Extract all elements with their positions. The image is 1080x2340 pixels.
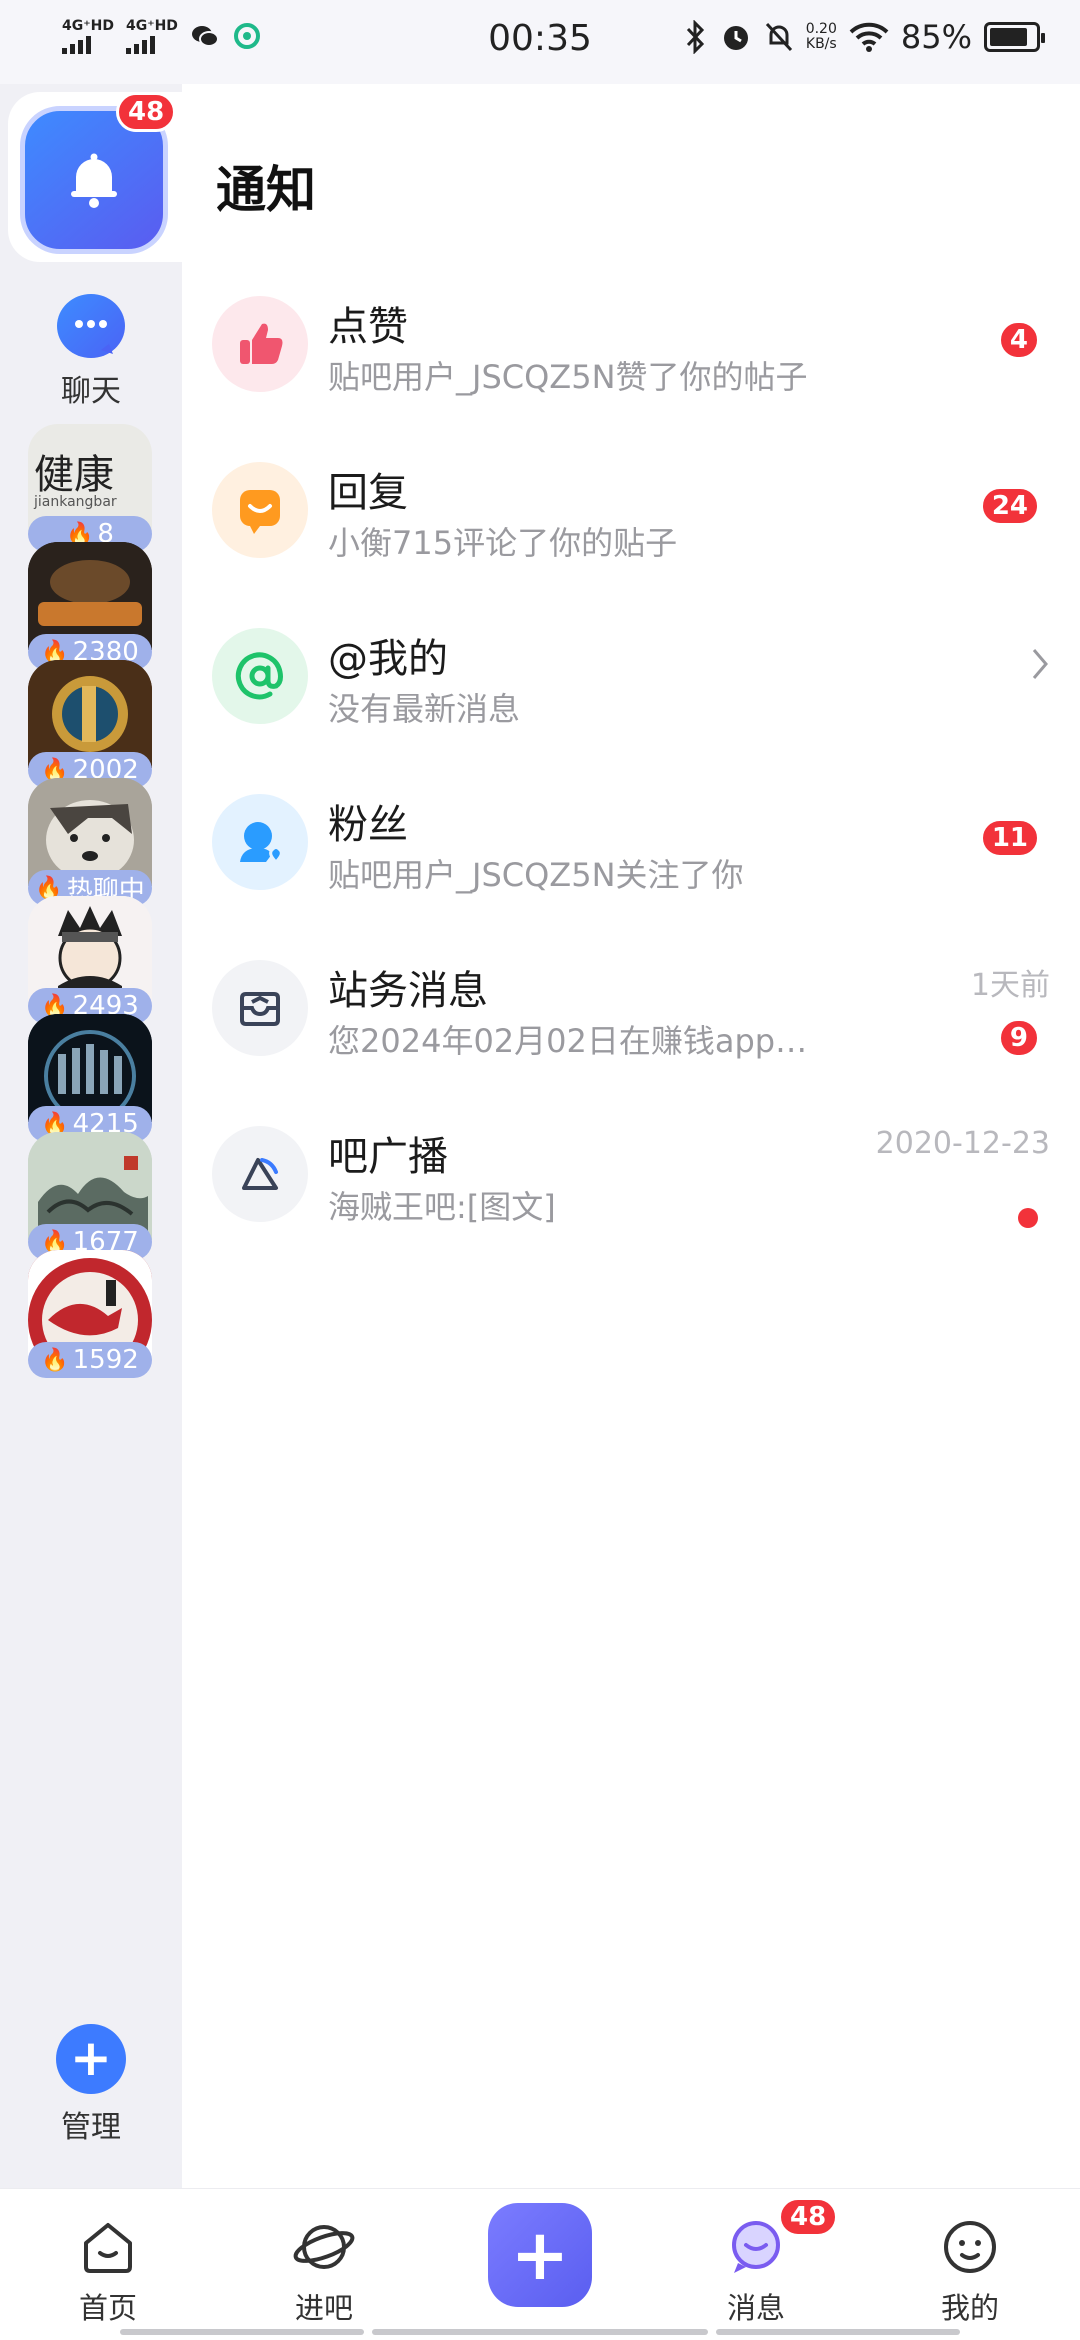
nav-forum[interactable]: 进吧 xyxy=(254,2215,394,2327)
nav-forum-label: 进吧 xyxy=(294,2291,353,2325)
unread-count-badge: 24 xyxy=(979,486,1040,526)
notification-row-likes[interactable]: 点赞 贴吧用户_JSCQZ5N赞了你的帖子 4 xyxy=(182,272,1080,438)
unread-count-badge: 4 xyxy=(997,320,1040,360)
bell-icon xyxy=(71,153,117,208)
add-icon: + xyxy=(56,2024,126,2094)
alarm-icon xyxy=(723,26,748,50)
messages-count-badge: 48 xyxy=(778,2197,839,2237)
row-subtitle: 没有最新消息 xyxy=(328,690,521,728)
page-title: 通知 xyxy=(216,161,316,219)
sidebar-forum-husky[interactable]: 🔥 热聊中 xyxy=(28,778,152,906)
status-bar: 4G⁺HD 4G⁺HD 00:35 0.20 KB/s 85% xyxy=(0,0,1080,84)
bottom-navigation: 首页 进吧 + 消息 48 我的 xyxy=(0,2188,1080,2340)
sidebar-forum-lol-cn[interactable]: 🔥 2380 xyxy=(28,542,152,670)
fans-icon xyxy=(212,794,308,890)
speed-value: 0.20 xyxy=(805,21,837,37)
notification-row-replies[interactable]: 回复 小衡715评论了你的贴子 24 xyxy=(182,438,1080,604)
mute-bell-icon xyxy=(765,22,792,52)
flame-icon: 🔥 xyxy=(41,1347,69,1373)
row-subtitle: 贴吧用户_JSCQZ5N赞了你的帖子 xyxy=(328,358,808,396)
broadcast-icon xyxy=(212,1126,308,1222)
profile-face-icon xyxy=(900,2215,1040,2279)
nav-home[interactable]: 首页 xyxy=(38,2215,178,2327)
nav-messages-label: 消息 xyxy=(726,2291,785,2325)
post-button[interactable]: + xyxy=(488,2203,592,2307)
battery-percent: 85% xyxy=(900,18,972,56)
row-subtitle: 海贼王吧:[图文] xyxy=(328,1188,556,1226)
nav-mine[interactable]: 我的 xyxy=(900,2215,1040,2327)
notification-row-broadcast[interactable]: 吧广播 海贼王吧:[图文] 2020-12-23 xyxy=(182,1102,1080,1268)
planet-icon xyxy=(254,2215,394,2279)
sidebar: 48 聊天 健康 jiankangbar 🔥 8 🔥 2380 🔥 2002 🔥… xyxy=(0,84,182,2188)
forum-heat-badge: 🔥 1592 xyxy=(28,1342,152,1378)
chat-bubble-icon xyxy=(57,294,125,358)
notification-count-badge: 48 xyxy=(116,92,177,132)
forum-heat-count: 1592 xyxy=(72,1345,139,1375)
home-icon xyxy=(38,2215,178,2279)
notification-row-mentions[interactable]: @我的 没有最新消息 xyxy=(182,604,1080,770)
row-subtitle: 小衡715评论了你的贴子 xyxy=(328,524,678,562)
chevron-right-icon xyxy=(1028,644,1052,695)
sidebar-forum-fish[interactable]: 🔥 1592 xyxy=(28,1250,152,1378)
row-timestamp: 2020-12-23 xyxy=(875,1126,1050,1161)
sidebar-forum-jiankang[interactable]: 健康 jiankangbar 🔥 8 xyxy=(28,424,152,552)
gesture-bar xyxy=(716,2329,960,2335)
battery-icon xyxy=(984,22,1045,52)
sidebar-item-manage[interactable]: + 管理 xyxy=(0,2024,182,2146)
sidebar-forum-dark[interactable]: 🔥 4215 xyxy=(28,1014,152,1142)
bluetooth-icon xyxy=(686,20,704,54)
at-sign-icon xyxy=(212,628,308,724)
chat-label: 聊天 xyxy=(61,374,121,409)
forum-logo-subtext: jiankangbar xyxy=(34,494,117,510)
row-title: 站务消息 xyxy=(328,968,488,1014)
unread-dot xyxy=(1018,1208,1038,1228)
sidebar-item-notifications[interactable]: 48 xyxy=(8,92,182,262)
reply-bubble-icon xyxy=(212,462,308,558)
row-subtitle: 贴吧用户_JSCQZ5N关注了你 xyxy=(328,856,744,894)
sidebar-forum-lol[interactable]: 🔥 2002 xyxy=(28,660,152,788)
row-timestamp: 1天前 xyxy=(970,968,1050,1003)
unread-count-badge: 9 xyxy=(997,1018,1040,1058)
forum-logo-text: 健康 xyxy=(34,452,114,498)
inbox-icon xyxy=(212,960,308,1056)
row-title: 回复 xyxy=(328,470,408,516)
nav-home-label: 首页 xyxy=(78,2291,137,2325)
notification-row-system[interactable]: 站务消息 您2024年02月02日在赚钱app… 1天前 9 xyxy=(182,936,1080,1102)
nav-mine-label: 我的 xyxy=(940,2291,999,2325)
row-title: 粉丝 xyxy=(328,802,408,848)
unread-count-badge: 11 xyxy=(979,818,1040,858)
row-title: 吧广播 xyxy=(328,1134,448,1180)
row-title: @我的 xyxy=(328,636,448,682)
thumbs-up-icon xyxy=(212,296,308,392)
gesture-bar xyxy=(372,2329,708,2335)
notification-row-fans[interactable]: 粉丝 贴吧用户_JSCQZ5N关注了你 11 xyxy=(182,770,1080,936)
speed-unit: KB/s xyxy=(805,36,837,52)
wifi-icon xyxy=(849,22,889,52)
sidebar-forum-ink[interactable]: 🔥 1677 xyxy=(28,1132,152,1260)
gesture-bar xyxy=(120,2329,364,2335)
row-subtitle: 您2024年02月02日在赚钱app… xyxy=(328,1022,808,1060)
network-speed: 0.20 KB/s xyxy=(806,22,837,52)
row-title: 点赞 xyxy=(328,304,408,350)
sidebar-forum-naruto[interactable]: 🔥 2493 xyxy=(28,896,152,1024)
sidebar-item-chat[interactable]: 聊天 xyxy=(0,294,182,410)
manage-label: 管理 xyxy=(61,2110,121,2145)
